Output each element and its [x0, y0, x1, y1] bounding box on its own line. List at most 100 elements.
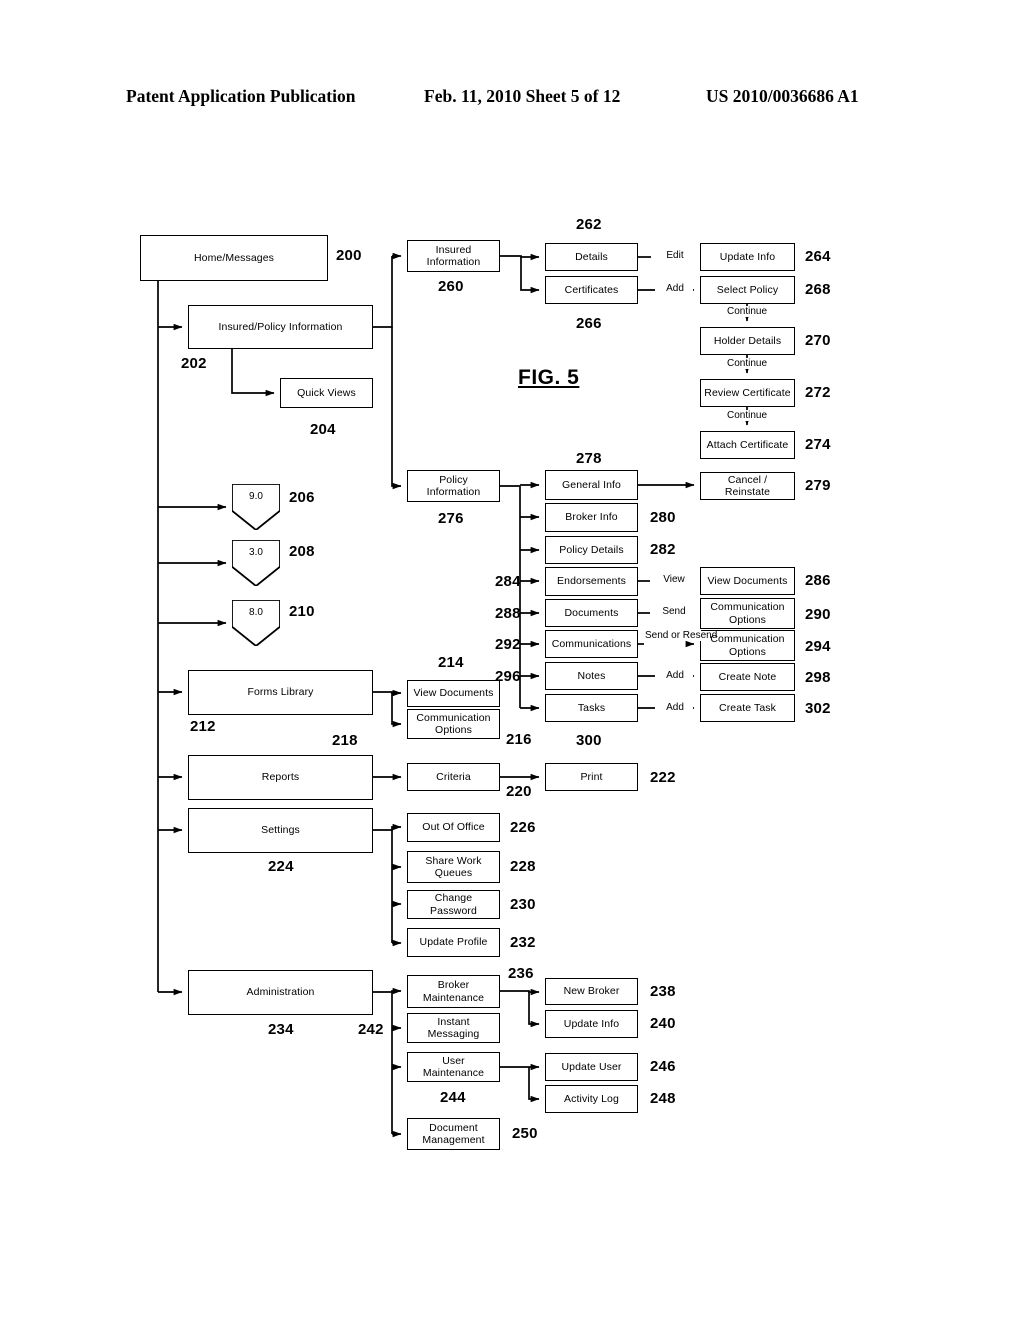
flow-node-details[interactable]: Details: [545, 243, 638, 271]
reference-numeral-204: 204: [310, 421, 336, 438]
reference-numeral-282: 282: [650, 541, 676, 558]
flow-node-notes[interactable]: Notes: [545, 662, 638, 690]
reference-numeral-244: 244: [440, 1089, 466, 1106]
flow-node-policy-information[interactable]: Policy Information: [407, 470, 500, 502]
reference-numeral-218: 218: [332, 732, 358, 749]
flow-node-endorsements[interactable]: Endorsements: [545, 567, 638, 596]
edge-label-continue: Continue: [716, 306, 778, 317]
reference-numeral-226: 226: [510, 819, 536, 836]
reference-numeral-206: 206: [289, 489, 315, 506]
flow-node-insured-information[interactable]: Insured Information: [407, 240, 500, 272]
flow-node-out-of-office[interactable]: Out Of Office: [407, 813, 500, 842]
flow-node-tasks[interactable]: Tasks: [545, 694, 638, 722]
reference-numeral-296: 296: [495, 668, 521, 685]
reference-numeral-242: 242: [358, 1021, 384, 1038]
flow-node-policy-details[interactable]: Policy Details: [545, 536, 638, 564]
flow-node-holder-details[interactable]: Holder Details: [700, 327, 795, 355]
reference-numeral-246: 246: [650, 1058, 676, 1075]
reference-numeral-220: 220: [506, 783, 532, 800]
edge-label-view: View: [653, 574, 695, 585]
edge-label-add: Add: [657, 670, 693, 681]
flow-node-forms-library[interactable]: Forms Library: [188, 670, 373, 715]
reference-numeral-260: 260: [438, 278, 464, 295]
flow-node-create-task[interactable]: Create Task: [700, 694, 795, 722]
reference-numeral-279: 279: [805, 477, 831, 494]
flow-node-document-management[interactable]: Document Management: [407, 1118, 500, 1150]
flow-node-update-user[interactable]: Update User: [545, 1053, 638, 1081]
reference-numeral-266: 266: [576, 315, 602, 332]
reference-numeral-210: 210: [289, 603, 315, 620]
flow-node-documents[interactable]: Documents: [545, 599, 638, 627]
figure-flowchart: FIG. 5 Home/Messages Insured/Policy Infor…: [0, 0, 1024, 1320]
flow-node-administration[interactable]: Administration: [188, 970, 373, 1015]
reference-numeral-240: 240: [650, 1015, 676, 1032]
flow-node-review-certificate[interactable]: Review Certificate: [700, 379, 795, 407]
connector-lines: [157, 252, 751, 1138]
figure-caption: FIG. 5: [518, 366, 580, 389]
flow-node-change-password[interactable]: Change Password: [407, 890, 500, 919]
flow-node-share-work-queues[interactable]: Share Work Queues: [407, 851, 500, 883]
edge-label-add: Add: [657, 283, 693, 294]
reference-numeral-214: 214: [438, 654, 464, 671]
reference-numeral-290: 290: [805, 606, 831, 623]
reference-numeral-294: 294: [805, 638, 831, 655]
flow-node-quick-views[interactable]: Quick Views: [280, 378, 373, 408]
reference-numeral-284: 284: [495, 573, 521, 590]
flow-node-update-info[interactable]: Update Info: [545, 1010, 638, 1038]
flow-node-criteria[interactable]: Criteria: [407, 763, 500, 791]
reference-numeral-234: 234: [268, 1021, 294, 1038]
flow-node-broker-info[interactable]: Broker Info: [545, 503, 638, 532]
reference-numeral-270: 270: [805, 332, 831, 349]
flow-connector-8-0: 8.0: [232, 600, 280, 646]
flow-node-select-policy[interactable]: Select Policy: [700, 276, 795, 304]
reference-numeral-228: 228: [510, 858, 536, 875]
edge-label-continue: Continue: [716, 358, 778, 369]
flow-node-update-profile[interactable]: Update Profile: [407, 928, 500, 957]
flow-node-home-messages[interactable]: Home/Messages: [140, 235, 328, 281]
flow-node-certificates[interactable]: Certificates: [545, 276, 638, 304]
reference-numeral-268: 268: [805, 281, 831, 298]
reference-numeral-292: 292: [495, 636, 521, 653]
flow-node-communication-options[interactable]: Communication Options: [700, 598, 795, 629]
flow-node-print[interactable]: Print: [545, 763, 638, 791]
connector-label: 9.0: [249, 491, 263, 502]
reference-numeral-272: 272: [805, 384, 831, 401]
flow-node-general-info[interactable]: General Info: [545, 470, 638, 500]
reference-numeral-200: 200: [336, 247, 362, 264]
flow-node-user-maintenance[interactable]: User Maintenance: [407, 1052, 500, 1082]
flow-node-cancel-reinstate[interactable]: Cancel / Reinstate: [700, 472, 795, 500]
flow-node-update-info[interactable]: Update Info: [700, 243, 795, 271]
reference-numeral-232: 232: [510, 934, 536, 951]
reference-numeral-288: 288: [495, 605, 521, 622]
reference-numeral-216: 216: [506, 731, 532, 748]
edge-label-edit: Edit: [655, 250, 695, 261]
flow-node-reports[interactable]: Reports: [188, 755, 373, 800]
flow-node-new-broker[interactable]: New Broker: [545, 978, 638, 1005]
flow-node-insured-policy-information[interactable]: Insured/Policy Information: [188, 305, 373, 349]
reference-numeral-250: 250: [512, 1125, 538, 1142]
reference-numeral-208: 208: [289, 543, 315, 560]
flow-node-settings[interactable]: Settings: [188, 808, 373, 853]
flow-node-communication-options[interactable]: Communication Options: [407, 709, 500, 739]
reference-numeral-280: 280: [650, 509, 676, 526]
flow-node-activity-log[interactable]: Activity Log: [545, 1085, 638, 1113]
flow-node-attach-certificate[interactable]: Attach Certificate: [700, 431, 795, 459]
flow-node-broker-maintenance[interactable]: Broker Maintenance: [407, 975, 500, 1008]
flow-node-view-documents[interactable]: View Documents: [700, 567, 795, 595]
flow-connector-3-0: 3.0: [232, 540, 280, 586]
connector-label: 3.0: [249, 547, 263, 558]
reference-numeral-298: 298: [805, 669, 831, 686]
connector-label: 8.0: [249, 607, 263, 618]
edge-label-add: Add: [657, 702, 693, 713]
flow-node-communications[interactable]: Communications: [545, 630, 638, 658]
reference-numeral-302: 302: [805, 700, 831, 717]
reference-numeral-222: 222: [650, 769, 676, 786]
edge-label-continue: Continue: [716, 410, 778, 421]
reference-numeral-230: 230: [510, 896, 536, 913]
edge-label-send: Send: [653, 606, 695, 617]
flow-node-create-note[interactable]: Create Note: [700, 663, 795, 691]
reference-numeral-262: 262: [576, 216, 602, 233]
reference-numeral-224: 224: [268, 858, 294, 875]
flow-node-instant-messaging[interactable]: Instant Messaging: [407, 1013, 500, 1043]
flow-node-view-documents[interactable]: View Documents: [407, 680, 500, 707]
